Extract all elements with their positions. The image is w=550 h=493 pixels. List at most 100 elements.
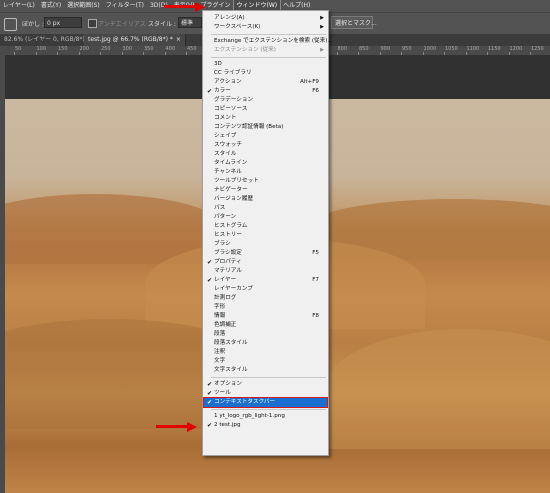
menu-item[interactable]: アクション Alt+F9 [204,78,327,87]
menu-item[interactable]: コメント [204,114,327,123]
menu-item-label: ツール [214,390,231,396]
menu-item[interactable]: 注釈 [204,348,327,357]
menu-item[interactable]: パターン [204,213,327,222]
ruler-label: 100 [36,46,47,52]
menu-item-label: 2 test.jpg [214,422,241,428]
menu-item-label: コピーソース [214,106,248,112]
menu-item-shortcut: F7 [312,277,319,283]
menu-item[interactable]: ブラシ設定 F5 [204,249,327,258]
ruler-label: 400 [165,46,176,52]
menu-item[interactable]: 1 yt_logo_rgb_light-1.png [204,412,327,421]
menu-separator [211,377,326,378]
menu-item[interactable]: レイヤーカンプ [204,285,327,294]
ruler-label: 350 [144,46,154,52]
menu-item[interactable]: 色調補正 [204,321,327,330]
checkmark-icon: ✔ [207,277,213,284]
menu-item-label: ワークスペース(K) [214,24,261,30]
checkmark-icon: ✔ [207,399,213,406]
menu-item[interactable]: 情報 F8 [204,312,327,321]
ruler-label: 900 [380,46,391,52]
marquee-tool-icon[interactable] [4,18,17,31]
menu-item[interactable]: フィルター(T) [103,0,147,12]
menu-item-label: プロパティ [214,259,242,265]
menu-item-label: コンテキストタスクバー [214,399,276,405]
close-icon[interactable]: × [176,36,181,43]
menu-item-label: パス [214,205,226,211]
menu-item[interactable]: ワークスペース(K) ▶ [204,23,327,32]
menu-item[interactable]: 文字スタイル [204,366,327,375]
menu-item[interactable]: 3D [204,60,327,69]
checkmark-icon: ✔ [207,259,213,266]
menu-item[interactable]: ヒストグラム [204,222,327,231]
menu-item[interactable]: バージョン履歴 [204,195,327,204]
menu-item-label: アクション [214,79,242,85]
menu-item-label: オプション [214,381,242,387]
menu-item[interactable]: マテリアル [204,267,327,276]
menu-item[interactable]: ツールプリセット [204,177,327,186]
menu-item[interactable]: ナビゲーター [204,186,327,195]
menu-item[interactable]: タイムライン [204,159,327,168]
menu-item-label: ツールプリセット [214,178,259,184]
menu-item[interactable]: 書式(Y) [38,0,64,12]
menu-item[interactable]: チャンネル [204,168,327,177]
menu-item[interactable]: ブラシ [204,240,327,249]
submenu-arrow-icon: ▶ [320,47,324,53]
ruler-label: 200 [79,46,90,52]
ruler-label: 1200 [509,46,523,52]
menu-item[interactable]: ✔ カラー F6 [204,87,327,96]
menu-item[interactable]: Exchange でエクステンションを検索 (従来)... [204,37,333,46]
ruler-label: 950 [402,46,412,52]
menu-item[interactable]: シェイプ [204,132,327,141]
menu-item-label: 3D [214,61,222,67]
select-and-mask-button[interactable]: 選択とマスク... [331,16,377,29]
window-menu-dropdown: アレンジ(A) ▶ ワークスペース(K) ▶ Exchange でエクステンションを検索… [202,10,333,456]
ruler-label: 1150 [488,46,501,52]
menu-item[interactable]: ✔ ツール [204,389,327,398]
dune-shape [325,329,550,449]
menu-item[interactable]: レイヤー(L) [0,0,38,12]
menu-item[interactable]: ✔ レイヤー F7 [204,276,327,285]
style-select[interactable]: 標準 [178,17,202,28]
menu-item-label: 段落スタイル [214,340,248,346]
menu-item-label: コメント [214,115,237,121]
menu-item-label: 色調補正 [214,322,237,328]
menu-item[interactable]: コンテンツ認証情報 (Beta) [204,123,327,132]
menu-item-label: ナビゲーター [214,187,248,193]
menu-item[interactable]: ヒストリー [204,231,327,240]
menu-item-label: CC ライブラリ [214,70,252,76]
menu-item[interactable]: スウォッチ [204,141,327,150]
menu-item[interactable]: グラデーション [204,96,327,105]
feather-input[interactable]: 0 px [44,17,82,28]
menu-item[interactable]: ✔ 2 test.jpg [204,421,327,430]
menu-item[interactable]: スタイル [204,150,327,159]
menu-item-shortcut: F6 [312,88,319,94]
menu-item[interactable]: 計測ログ [204,294,327,303]
menu-item[interactable]: アレンジ(A) ▶ [204,14,327,23]
menu-item[interactable]: コピーソース [204,105,327,114]
document-tab-active[interactable]: test.jpg @ 66.7% (RGB/8*) * × [84,34,186,46]
menu-item[interactable]: エクステンション (従来) ▶ [204,46,327,55]
menu-item[interactable]: CC ライブラリ [204,69,327,78]
ruler-label: 1250 [531,46,544,52]
ruler-label: 300 [122,46,133,52]
menu-item[interactable]: ✔ プロパティ [204,258,327,267]
menu-item[interactable]: 字形 [204,303,327,312]
menu-item[interactable]: 段落 [204,330,327,339]
ruler-label: 1000 [423,46,437,52]
menu-item-label: バージョン履歴 [214,196,254,202]
menu-item-label: エクステンション (従来) [214,47,276,53]
menu-item[interactable]: ✔ オプション [204,380,327,389]
annotation-arrow-icon [156,422,198,432]
menu-item[interactable]: パス [204,204,327,213]
antialias-checkbox[interactable] [88,19,97,28]
menu-item[interactable]: 選択範囲(S) [64,0,103,12]
ruler-label: 1050 [445,46,458,52]
menu-item[interactable]: 段落スタイル [204,339,327,348]
ruler-label: 450 [187,46,197,52]
menu-item-label: タイムライン [214,160,248,166]
menu-item-label: 段落 [214,331,226,337]
checkmark-icon: ✔ [207,390,213,397]
menu-item-contextual-taskbar[interactable]: ✔ コンテキストタスクバー [203,397,328,408]
menu-item[interactable]: 文字 [204,357,327,366]
checkmark-icon: ✔ [207,381,213,388]
